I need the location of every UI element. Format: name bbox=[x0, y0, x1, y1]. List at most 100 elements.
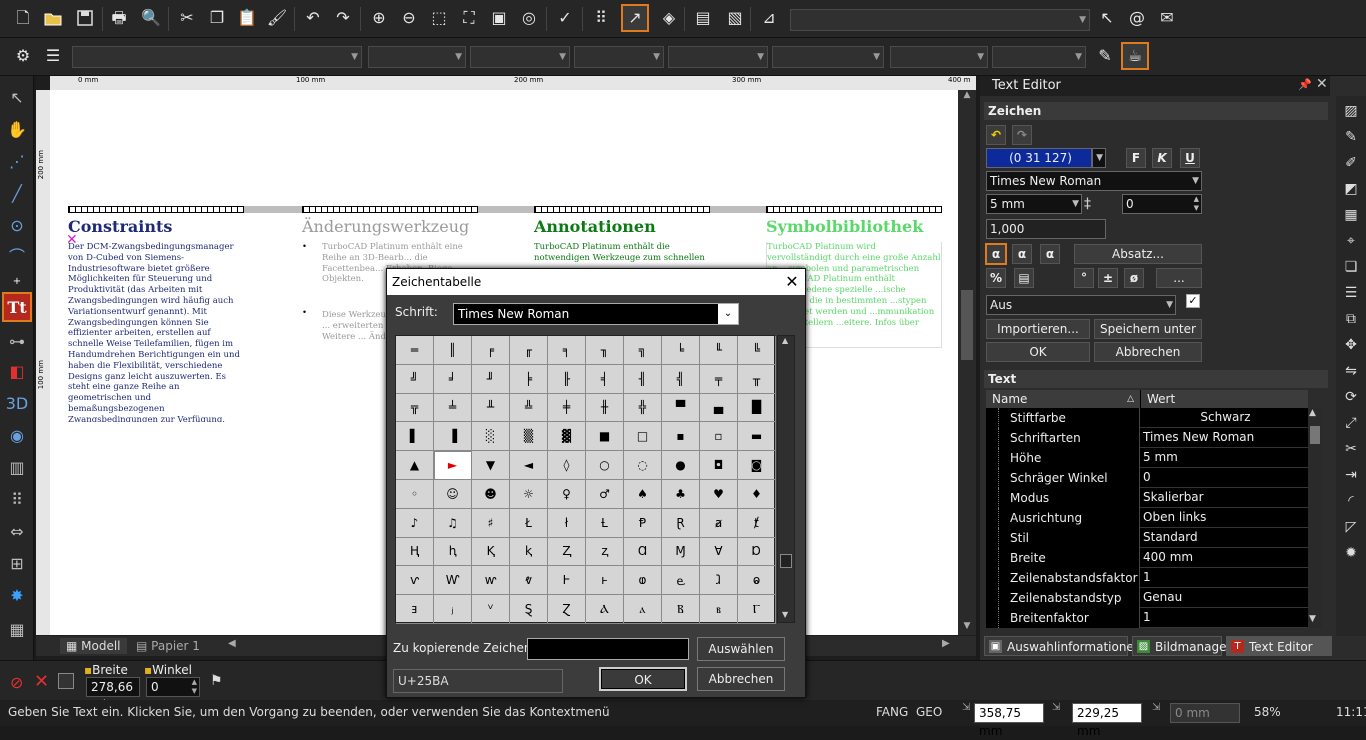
print-preview-icon[interactable]: 🔍 bbox=[138, 5, 164, 31]
mail-icon[interactable]: ✉ bbox=[1154, 5, 1180, 31]
aus-checkbox[interactable]: ✓ bbox=[1186, 294, 1200, 308]
align-center-icon[interactable]: α bbox=[1012, 244, 1032, 264]
char-cell[interactable]: ╚ bbox=[738, 336, 776, 365]
scroll-down-icon[interactable]: ▼ bbox=[1309, 614, 1316, 624]
char-cell[interactable]: Ł bbox=[510, 508, 548, 538]
hatch-icon[interactable]: ▥ bbox=[4, 454, 30, 480]
char-cell[interactable]: Ⲁ bbox=[586, 595, 624, 624]
char-cell[interactable]: ╩ bbox=[510, 393, 548, 423]
property-value[interactable]: Schwarz bbox=[1141, 408, 1308, 428]
char-cell[interactable]: ╛ bbox=[434, 364, 472, 394]
scroll-up-icon[interactable]: ▲ bbox=[1309, 408, 1316, 418]
char-cell[interactable]: ╖ bbox=[586, 336, 624, 365]
char-cell[interactable]: ⱬ bbox=[586, 537, 624, 567]
pencil-tool-icon[interactable]: ✎ bbox=[1340, 126, 1362, 148]
zoom-extents-icon[interactable]: ⛶ bbox=[456, 5, 482, 31]
property-row[interactable]: Modus Skalierbar bbox=[986, 488, 1308, 508]
tab-auswahlinformationen[interactable]: ▣ Auswahlinformationen bbox=[984, 636, 1141, 656]
property-row[interactable]: Stiftfarbe Schwarz bbox=[986, 408, 1308, 428]
char-cell[interactable]: ♀ bbox=[548, 479, 586, 509]
char-cell[interactable]: □ bbox=[624, 422, 662, 452]
property-row[interactable]: Stil Standard bbox=[986, 528, 1308, 548]
property-row[interactable]: Zeilenabstandsfaktor 1 bbox=[986, 568, 1308, 588]
char-cell[interactable]: Ɱ bbox=[662, 537, 700, 567]
column-header-value[interactable]: Wert bbox=[1141, 390, 1308, 408]
rotate-tool-icon[interactable]: ⟳ bbox=[1340, 386, 1362, 408]
char-cell[interactable]: ╘ bbox=[662, 336, 700, 365]
char-cell[interactable]: ╞ bbox=[510, 364, 548, 394]
char-cell[interactable]: ⱽ bbox=[472, 595, 510, 624]
scale-tool-icon[interactable]: ⤢ bbox=[1340, 412, 1362, 434]
property-value[interactable]: 0 bbox=[1141, 468, 1308, 488]
plusminus-icon[interactable]: ± bbox=[1098, 268, 1118, 288]
3d-icon[interactable]: 3D bbox=[4, 390, 30, 416]
symbols-more-button[interactable]: ... bbox=[1156, 268, 1202, 288]
zoom-all-icon[interactable]: ◎ bbox=[516, 5, 542, 31]
char-cell[interactable]: ╥ bbox=[738, 364, 776, 394]
redo-icon[interactable]: ↷ bbox=[330, 5, 356, 31]
angle-field[interactable]: 0 ▲ ▼ bbox=[1122, 194, 1202, 214]
property-value[interactable]: 400 mm bbox=[1141, 548, 1308, 568]
scale-icon[interactable]: ‡ bbox=[1084, 196, 1091, 212]
char-cell[interactable]: ▄ bbox=[700, 393, 738, 423]
workplane-icon[interactable]: ⊿ bbox=[756, 5, 782, 31]
size-select[interactable]: 5 mm ▼ bbox=[986, 194, 1082, 214]
options-icon[interactable] bbox=[58, 673, 74, 689]
color-dropdown[interactable]: ▼ bbox=[1092, 148, 1106, 168]
percent-icon[interactable]: % bbox=[986, 268, 1006, 288]
char-cell[interactable]: Ⱨ bbox=[396, 537, 434, 567]
property-row[interactable]: Höhe 5 mm bbox=[986, 448, 1308, 468]
pin-icon[interactable]: 📌 bbox=[1298, 78, 1312, 91]
underline-button[interactable]: U bbox=[1180, 148, 1200, 168]
char-cell[interactable]: ◘ bbox=[700, 451, 738, 480]
pen-width-combo[interactable]: ▼ bbox=[574, 46, 664, 68]
char-cell[interactable]: ╟ bbox=[548, 364, 586, 394]
design-director-icon[interactable]: ▤ bbox=[690, 5, 716, 31]
char-cell[interactable]: ╙ bbox=[700, 336, 738, 365]
undo-icon[interactable]: ↶ bbox=[300, 5, 326, 31]
char-cell[interactable]: ╦ bbox=[396, 393, 434, 423]
char-cell[interactable]: Ɑ bbox=[624, 537, 662, 567]
save-icon[interactable] bbox=[72, 5, 98, 31]
property-row[interactable]: Zeilenabstandstyp Genau bbox=[986, 588, 1308, 608]
char-cell[interactable]: ⱴ bbox=[510, 566, 548, 596]
format-painter-icon[interactable]: 🖌 bbox=[264, 5, 290, 31]
char-cell[interactable]: ╡ bbox=[586, 364, 624, 394]
scroll-thumb[interactable] bbox=[780, 554, 792, 568]
scroll-down-icon[interactable]: ▼ bbox=[960, 621, 974, 635]
char-cell[interactable]: ⱹ bbox=[700, 566, 738, 596]
char-cell[interactable]: ♦ bbox=[738, 479, 776, 509]
surface-icon[interactable]: ⊞ bbox=[4, 550, 30, 576]
char-cell[interactable]: Ⲃ bbox=[662, 595, 700, 624]
char-cell[interactable]: ╢ bbox=[624, 364, 662, 394]
cancel-button[interactable]: Abbrechen bbox=[697, 667, 785, 691]
move-tool-icon[interactable]: ✥ bbox=[1340, 334, 1362, 356]
open-folder-icon[interactable] bbox=[40, 5, 66, 31]
mesh-tool-icon[interactable]: ▦ bbox=[1340, 204, 1362, 226]
ok-button[interactable]: OK bbox=[986, 342, 1090, 362]
char-cell[interactable]: Ᵽ bbox=[624, 508, 662, 538]
char-cell[interactable]: ♫ bbox=[434, 508, 472, 538]
property-value[interactable]: Genau bbox=[1141, 588, 1308, 608]
print-icon[interactable]: 🖶 bbox=[106, 5, 132, 31]
char-cell[interactable]: ╣ bbox=[662, 364, 700, 394]
text-panel-constraints[interactable]: Constraints Der DCM-Zwangsbedingungsmana… bbox=[68, 206, 244, 422]
bold-button[interactable]: F bbox=[1126, 148, 1146, 168]
cut-icon[interactable]: ✂ bbox=[174, 5, 200, 31]
char-cell[interactable]: Ⱶ bbox=[548, 566, 586, 596]
table-icon[interactable]: ▤ bbox=[1014, 268, 1034, 288]
text-tool-icon[interactable]: Tt bbox=[2, 292, 32, 322]
array-icon[interactable]: ⠿ bbox=[4, 486, 30, 512]
pen-color-combo[interactable]: ▼ bbox=[368, 46, 466, 68]
zoom-page-icon[interactable]: ▣ bbox=[486, 5, 512, 31]
char-cell[interactable]: ○ bbox=[586, 451, 624, 480]
import-button[interactable]: Importieren... bbox=[986, 319, 1090, 339]
save-as-button[interactable]: Speichern unter bbox=[1094, 319, 1202, 339]
circle-icon[interactable]: ⊙ bbox=[4, 212, 30, 238]
ok-button[interactable]: OK bbox=[599, 667, 687, 691]
char-cell[interactable]: ◌ bbox=[624, 451, 662, 480]
layer-icon[interactable]: ◈ bbox=[656, 5, 682, 31]
char-cell[interactable]: ⲃ bbox=[700, 595, 738, 624]
char-cell[interactable]: ░ bbox=[472, 422, 510, 452]
3d-view-icon[interactable]: ▧ bbox=[722, 5, 748, 31]
